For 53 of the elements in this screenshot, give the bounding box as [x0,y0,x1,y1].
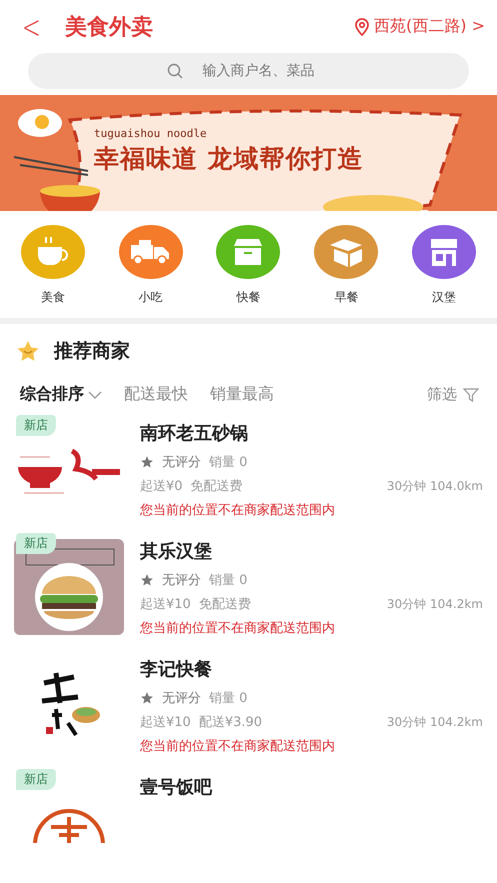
delivery-fee: 免配送费 [190,478,243,495]
delivery-warning: 您当前的位置不在商家配送范围内 [140,738,336,755]
minimum-order: 起送¥10 [140,714,191,731]
sales-count: 销量 0 [209,690,248,707]
sales-count: 销量 0 [209,572,248,589]
delivery-fee: 配送¥3.90 [198,714,262,731]
new-store-badge: 新店 [16,415,56,436]
delivery-time-distance: 30分钟 104.2km [386,714,483,730]
merchant-name[interactable]: 南环老五砂锅 [140,421,483,445]
merchant-name[interactable]: 壹号饭吧 [140,775,483,799]
sort-tab[interactable]: 综合排序 [20,384,102,405]
star-icon [140,573,154,587]
rating-text: 无评分 [162,572,201,589]
banner-caption: tuguaishou noodle [94,127,208,140]
search-field[interactable]: 输入商户名、菜品 [28,53,469,90]
merchant-name[interactable]: 李记快餐 [140,657,483,681]
filter-icon [463,386,479,402]
minimum-order: 起送¥10 [140,596,191,613]
star-icon [16,340,40,362]
delivery-time-distance: 30分钟 104.2km [386,596,483,612]
section-title: 推荐商家 [54,339,130,364]
rating-text: 无评分 [162,454,201,471]
category-item[interactable]: 汉堡 [408,224,480,306]
store-icon [429,236,460,267]
banner-headline: 幸福味道 龙域帮你打造 [94,143,364,176]
back-button[interactable]: < [22,8,41,46]
location-pin-icon [354,18,370,36]
sales-count: 销量 0 [209,454,248,471]
delivery-fee: 免配送费 [198,596,251,613]
new-store-badge: 新店 [16,769,56,790]
sort-tab[interactable]: 销量最高 [210,384,274,405]
location-button[interactable]: 西苑(西二路) > [354,16,485,38]
delivery-warning: 您当前的位置不在商家配送范围内 [140,502,336,519]
category-item[interactable]: 早餐 [310,224,382,306]
filter-button[interactable]: 筛选 [427,385,479,404]
merchant-name[interactable]: 其乐汉堡 [140,539,483,563]
box-icon [234,238,262,265]
delivery-time-distance: 30分钟 104.0km [386,478,483,494]
open-box-icon [328,236,364,267]
category-item[interactable]: 美食 [16,224,89,306]
category-item[interactable]: 快餐 [212,224,284,306]
sort-tab[interactable]: 配送最快 [124,384,188,405]
page-title: 美食外卖 [64,14,154,42]
delivery-warning: 您当前的位置不在商家配送范围内 [140,620,336,637]
minimum-order: 起送¥0 [140,478,183,495]
category-item[interactable]: 小吃 [114,224,187,306]
search-icon [166,63,182,80]
cup-icon [36,236,70,267]
new-store-badge: 新店 [16,533,56,554]
star-icon [140,455,154,469]
star-icon [140,691,154,705]
rating-text: 无评分 [162,690,201,707]
truck-icon [130,238,171,265]
